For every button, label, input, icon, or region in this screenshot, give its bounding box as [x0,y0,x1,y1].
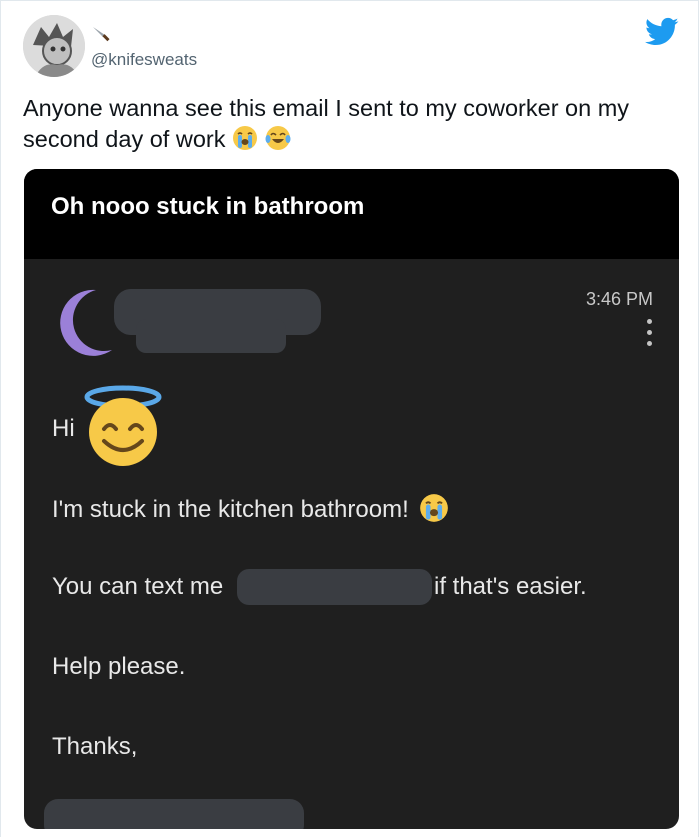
tweet-text: Anyone wanna see this email I sent to my… [23,93,683,155]
tweet-card: @knifesweats Anyone wanna see this email… [0,0,699,837]
redacted-sender-address [136,319,286,353]
avatar-drawing-icon [23,15,85,77]
sender-avatar-moon-icon [60,289,112,356]
email-subject-bar: Oh nooo stuck in bathroom [24,169,679,259]
more-options-icon[interactable] [642,319,656,353]
loudly-crying-face-icon [233,126,258,150]
email-time: 3:46 PM [585,289,653,309]
loudly-crying-face-icon [420,494,449,522]
email-subject: Oh nooo stuck in bathroom [51,193,365,220]
avatar[interactable] [23,15,85,77]
email-line-text-me-start: You can text me [52,573,224,600]
redacted-phone-number [237,569,432,605]
email-line-text-me-end: if that's easier. [434,573,587,600]
email-line-stuck: I'm stuck in the kitchen bathroom! [52,493,449,524]
tweet-text-line2-row: second day of work [23,124,683,155]
face-with-tears-of-joy-icon [265,126,291,150]
smiling-face-with-halo-icon [84,385,162,466]
tweet-text-line2: second day of work [23,126,226,152]
email-screenshot: Oh nooo stuck in bathroom 3:46 PM Hi I'm… [24,169,679,829]
knife-emoji-icon [91,25,111,49]
twitter-bird-icon[interactable] [645,17,679,47]
email-line-thanks: Thanks, [52,733,138,760]
email-line-stuck-text: I'm stuck in the kitchen bathroom! [52,496,409,523]
email-greeting: Hi [52,415,75,442]
email-line-help: Help please. [52,653,186,680]
redacted-signature [44,799,304,829]
user-handle[interactable]: @knifesweats [91,50,197,70]
tweet-text-line1: Anyone wanna see this email I sent to my… [23,95,630,121]
